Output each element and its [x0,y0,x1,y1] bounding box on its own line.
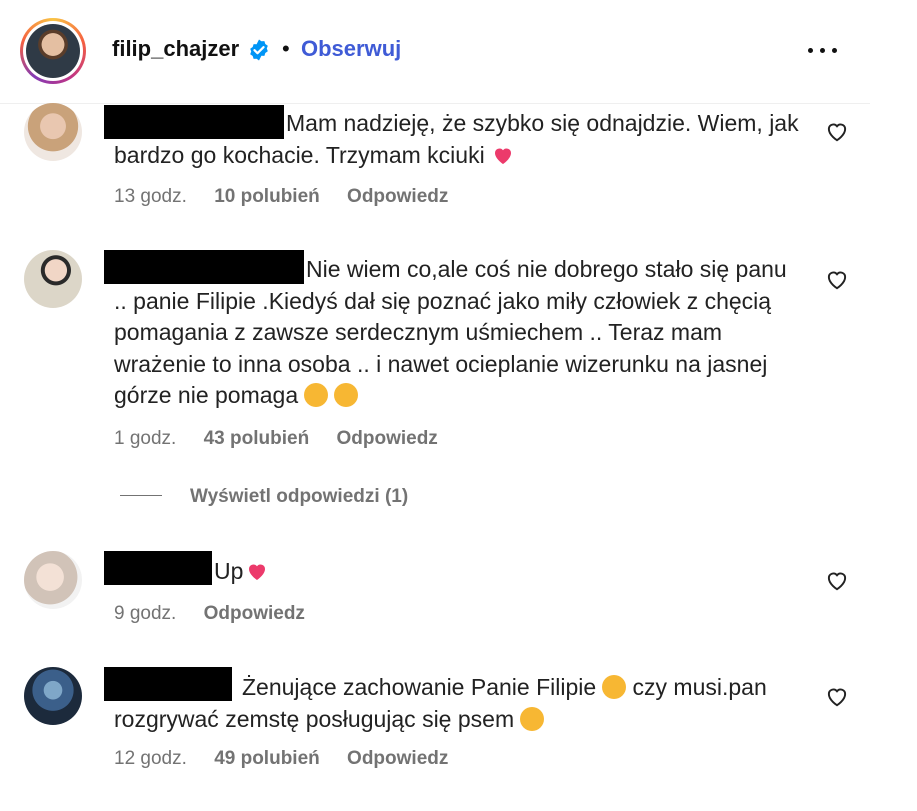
like-heart-icon[interactable] [824,567,850,593]
kissing-heart-face-icon [602,675,627,699]
comment-meta: 9 godz. Odpowiedz [114,603,327,625]
reply-button[interactable]: Odpowiedz [347,186,448,207]
reply-button[interactable]: Odpowiedz [204,603,305,624]
comment-text: Żenujące zachowanie Panie Filipie czy mu… [114,674,767,732]
reply-button[interactable]: Odpowiedz [336,428,437,449]
commenter-avatar[interactable] [24,667,82,725]
more-options-icon[interactable] [806,40,840,60]
comment-meta: 12 godz. 49 polubień Odpowiedz [114,748,470,770]
likes-count[interactable]: 10 polubień [214,186,320,207]
comment-meta: 13 godz. 10 polubień Odpowiedz [114,186,470,208]
likes-count[interactable]: 43 polubień [204,428,310,449]
commenter-avatar[interactable] [24,551,82,609]
replies-divider [120,495,162,496]
comment-text: Up [114,556,804,588]
like-heart-icon[interactable] [824,266,850,292]
comment-time: 1 godz. [114,428,177,449]
commenter-avatar[interactable] [24,250,82,308]
likes-count[interactable]: 49 polubień [214,748,320,769]
separator-dot: • [282,36,290,61]
comment-time: 13 godz. [114,186,187,207]
username[interactable]: filip_chajzer [112,36,239,62]
woozy-face-icon [334,383,359,407]
commenter-avatar[interactable] [24,103,82,161]
profile-avatar[interactable] [20,18,86,84]
like-heart-icon[interactable] [824,683,850,709]
comment-text: Mam nadzieję, że szybko się odnajdzie. W… [114,110,799,168]
view-replies-button[interactable]: Wyświetl odpowiedzi (1) [120,486,408,508]
comment-time: 12 godz. [114,748,187,769]
woozy-face-icon [304,383,329,407]
post-header: filip_chajzer • Obserwuj [0,0,870,104]
comment-text: Nie wiem co,ale coś nie dobrego stało si… [114,256,787,408]
pink-heart-icon [491,143,515,167]
verified-badge-icon [250,39,268,61]
comment-meta: 1 godz. 43 polubień Odpowiedz [114,428,460,450]
reply-button[interactable]: Odpowiedz [347,748,448,769]
comment-time: 9 godz. [114,603,177,624]
loudly-crying-face-icon [520,706,545,731]
like-heart-icon[interactable] [824,118,850,144]
follow-button[interactable]: Obserwuj [301,36,401,62]
pink-heart-icon [245,559,269,583]
